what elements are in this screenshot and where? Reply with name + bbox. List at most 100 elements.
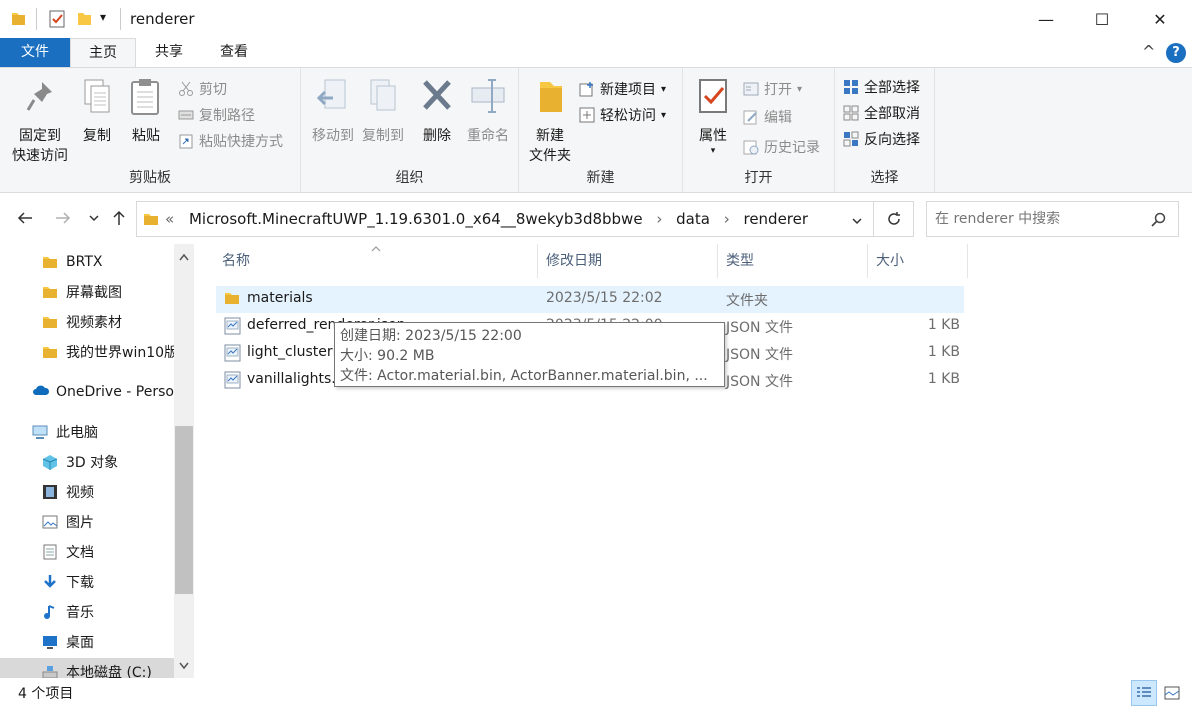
large-icons-view-button[interactable] (1159, 680, 1185, 706)
new-item-button[interactable]: 新建项目 ▾ (579, 78, 666, 100)
tab-home[interactable]: 主页 (70, 38, 136, 68)
nav-item[interactable]: BRTX (0, 248, 174, 276)
nav-item[interactable]: 3D 对象 (0, 448, 174, 476)
new-group-label: 新建 (586, 170, 615, 186)
back-button[interactable] (13, 206, 37, 230)
tab-view[interactable]: 查看 (203, 38, 265, 67)
nav-item[interactable]: OneDrive - Personal (0, 378, 174, 406)
edit-button[interactable]: 编辑 (743, 106, 792, 128)
file-type: 文件夹 (726, 293, 768, 309)
clipboard-group-label: 剪贴板 (129, 170, 171, 186)
move-to-button[interactable]: 移动到 (305, 76, 361, 146)
invert-selection-button[interactable]: 反向选择 (843, 128, 920, 150)
search-icon[interactable] (1151, 212, 1166, 227)
maximize-button[interactable]: ☐ (1079, 0, 1125, 38)
select-none-icon (843, 105, 859, 121)
breadcrumb-separator[interactable]: › (656, 210, 662, 228)
nav-item[interactable]: 音乐 (0, 598, 174, 626)
refresh-button[interactable] (874, 201, 914, 237)
paste-shortcut-label: 粘贴快捷方式 (199, 134, 283, 150)
breadcrumb-data[interactable]: data (676, 210, 710, 228)
search-input[interactable] (935, 208, 1145, 230)
delete-button[interactable]: 删除 (417, 76, 457, 146)
scroll-down-icon[interactable] (178, 661, 190, 671)
search-box[interactable] (926, 201, 1179, 237)
history-button[interactable]: 历史记录 (743, 136, 820, 158)
invert-selection-icon (843, 131, 859, 147)
new-group: 新建 文件夹 新建项目 ▾ 轻松访问 ▾ 新建 (519, 68, 683, 192)
up-arrow-icon (113, 210, 125, 225)
nav-item[interactable]: 视频素材 (0, 308, 174, 336)
scroll-up-icon[interactable] (178, 252, 190, 262)
nav-item-label: 视频素材 (66, 315, 122, 331)
nav-item[interactable]: 图片 (0, 508, 174, 536)
up-button[interactable] (107, 206, 131, 230)
paste-shortcut-icon (179, 134, 193, 149)
column-type[interactable]: 类型 (718, 244, 868, 278)
select-none-button[interactable]: 全部取消 (843, 102, 920, 124)
new-folder-button[interactable]: 新建 文件夹 (525, 76, 575, 166)
edit-icon (743, 110, 757, 125)
easy-access-icon (579, 107, 595, 123)
minimize-button[interactable]: — (1023, 0, 1069, 38)
nav-item[interactable]: 此电脑 (0, 418, 174, 446)
file-row[interactable]: materials 2023/5/15 22:02 文件夹 (216, 286, 964, 313)
open-button[interactable]: 打开 ▾ (743, 78, 802, 100)
column-date[interactable]: 修改日期 (538, 244, 718, 278)
nav-item[interactable]: 视频 (0, 478, 174, 506)
details-view-button[interactable] (1131, 680, 1157, 706)
breadcrumb-renderer[interactable]: renderer (743, 210, 808, 228)
ribbon: 固定到 快速访问 复制 粘贴 剪切 复制路径 粘贴快捷方式 剪贴板 移动到 复制… (0, 67, 1192, 193)
collapse-ribbon-button[interactable]: ^ (1142, 42, 1155, 61)
rename-label: 重命名 (467, 128, 509, 144)
delete-x-icon (423, 80, 451, 110)
open-group-label: 打开 (744, 170, 773, 186)
cut-button[interactable]: 剪切 (178, 78, 227, 100)
back-arrow-icon (17, 212, 32, 224)
new-folder-label-line2: 文件夹 (529, 148, 571, 164)
easy-access-button[interactable]: 轻松访问 ▾ (579, 104, 666, 126)
nav-item[interactable]: 下载 (0, 568, 174, 596)
help-button[interactable]: ? (1166, 43, 1186, 63)
quick-access-dropdown[interactable]: ▾ (100, 10, 106, 24)
breadcrumb-package[interactable]: Microsoft.MinecraftUWP_1.19.6301.0_x64__… (189, 210, 643, 228)
close-button[interactable]: ✕ (1137, 0, 1183, 38)
address-bar[interactable]: « Microsoft.MinecraftUWP_1.19.6301.0_x64… (136, 201, 874, 237)
folder-icon (224, 290, 241, 308)
scrollbar-thumb[interactable] (175, 426, 193, 594)
select-none-label: 全部取消 (864, 106, 920, 122)
invert-selection-label: 反向选择 (864, 132, 920, 148)
breadcrumb-overflow[interactable]: « (165, 210, 174, 228)
nav-item[interactable]: 我的世界win10版 (0, 338, 174, 366)
pin-to-quick-access-button[interactable]: 固定到 快速访问 (6, 76, 74, 166)
address-history-chevron-icon[interactable] (851, 215, 863, 227)
nav-item[interactable]: 屏幕截图 (0, 278, 174, 306)
breadcrumb-separator[interactable]: › (724, 210, 730, 228)
properties-button[interactable]: 属性 ▾ (691, 76, 735, 156)
recent-locations-button[interactable] (82, 206, 106, 230)
tab-share[interactable]: 共享 (138, 38, 200, 67)
nav-item[interactable]: 桌面 (0, 628, 174, 656)
folder-icon (42, 254, 58, 270)
json-file-icon (224, 371, 241, 389)
copy-to-label: 复制到 (362, 128, 404, 144)
copy-path-button[interactable]: 复制路径 (178, 104, 255, 126)
paste-button[interactable]: 粘贴 (124, 76, 168, 146)
nav-item[interactable]: 本地磁盘 (C:) (0, 658, 174, 678)
json-file-icon (224, 317, 241, 335)
column-size[interactable]: 大小 (868, 244, 968, 278)
rename-button[interactable]: 重命名 (463, 76, 513, 146)
nav-item[interactable]: 文档 (0, 538, 174, 566)
paste-shortcut-button[interactable]: 粘贴快捷方式 (178, 130, 283, 152)
select-all-button[interactable]: 全部选择 (843, 76, 920, 98)
new-folder-qa-icon[interactable] (76, 9, 92, 27)
copy-to-button[interactable]: 复制到 (355, 76, 411, 146)
window-title: renderer (130, 10, 195, 28)
tab-file[interactable]: 文件 (0, 38, 70, 67)
properties-qa-icon[interactable] (48, 9, 66, 29)
forward-button[interactable] (51, 206, 75, 230)
easy-access-dropdown-icon: ▾ (661, 109, 667, 121)
nav-item-label: 桌面 (66, 635, 94, 651)
select-group-label: 选择 (870, 170, 899, 186)
copy-button[interactable]: 复制 (76, 76, 118, 146)
